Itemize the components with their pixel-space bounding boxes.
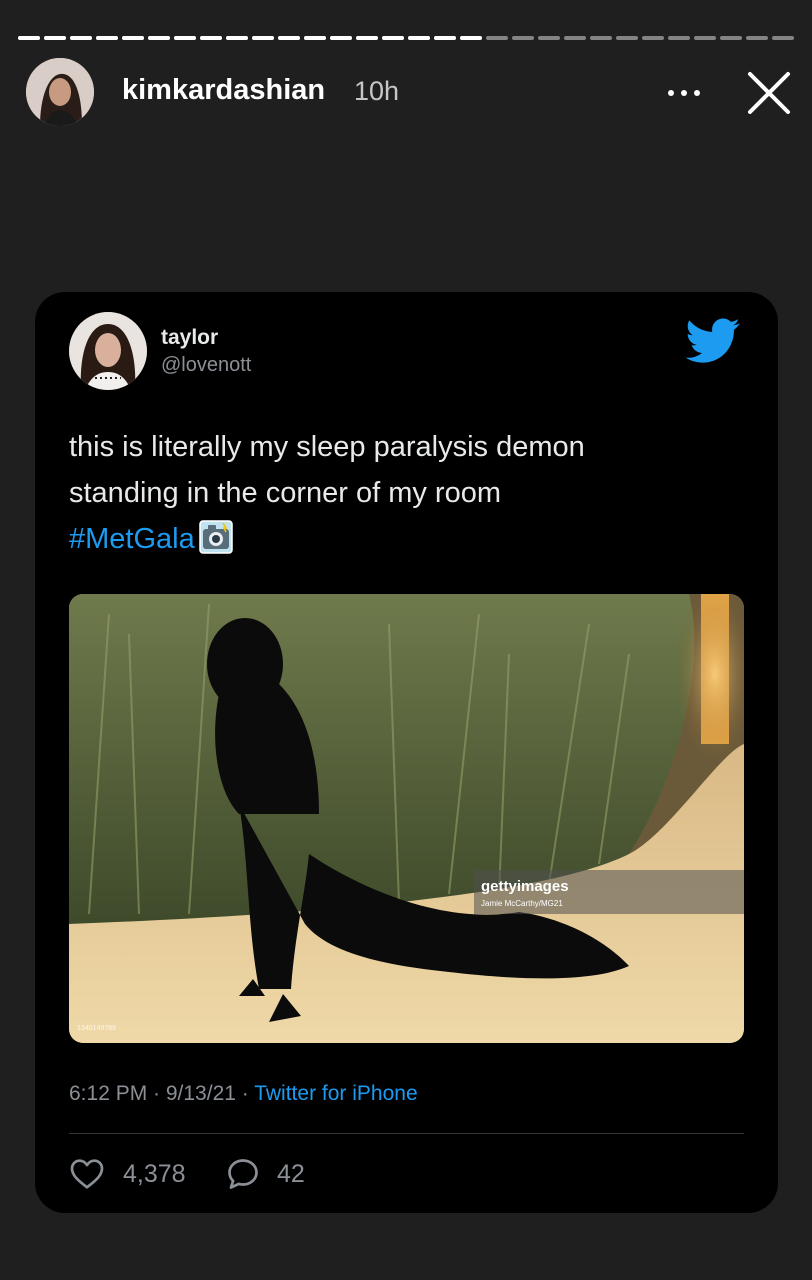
profile-avatar[interactable]	[26, 58, 94, 126]
tweet-author-avatar[interactable]	[69, 312, 147, 390]
twitter-bird-icon	[685, 318, 741, 364]
story-progress-segment	[122, 36, 144, 40]
story-progress-segment	[694, 36, 716, 40]
tweet-divider	[69, 1133, 744, 1134]
story-progress-segment	[772, 36, 794, 40]
story-username[interactable]: kimkardashian	[122, 74, 325, 107]
story-progress-segment	[642, 36, 664, 40]
tweet-meta: 6:12 PM · 9/13/21 · Twitter for iPhone	[69, 1082, 418, 1106]
story-progress-segment	[590, 36, 612, 40]
story-progress-segment	[356, 36, 378, 40]
camera-flash-emoji-icon	[198, 520, 233, 554]
story-progress-segment	[486, 36, 508, 40]
story-progress-segment	[616, 36, 638, 40]
story-progress-segment	[746, 36, 768, 40]
tweet-photo[interactable]: gettyimages Jamie McCarthy/MG21 13401497…	[69, 594, 744, 1043]
story-progress-segment	[226, 36, 248, 40]
close-icon[interactable]	[746, 70, 792, 116]
story-progress-segment	[434, 36, 456, 40]
story-progress-segment	[512, 36, 534, 40]
tweet-actions: 4,378 42	[69, 1154, 469, 1194]
story-progress-segment	[720, 36, 742, 40]
story-progress-segment	[408, 36, 430, 40]
instagram-story: kimkardashian 10h taylor @lovenott this …	[0, 0, 812, 1280]
hashtag-link[interactable]: #MetGala	[69, 523, 195, 555]
story-progress-segment	[200, 36, 222, 40]
story-progress-segment	[70, 36, 92, 40]
story-progress-segment	[44, 36, 66, 40]
photo-id-watermark: 1340149789	[77, 1025, 116, 1032]
watermark-credit: Jamie McCarthy/MG21	[481, 899, 563, 908]
story-progress-segment	[148, 36, 170, 40]
story-progress-segment	[96, 36, 118, 40]
story-progress-segment	[382, 36, 404, 40]
tweet-display-name[interactable]: taylor	[161, 326, 218, 350]
reply-count: 42	[277, 1160, 305, 1188]
story-progress-segment	[304, 36, 326, 40]
story-progress-segment	[668, 36, 690, 40]
story-header: kimkardashian 10h	[26, 58, 790, 128]
met-gala-photo: gettyimages Jamie McCarthy/MG21 13401497…	[69, 594, 744, 1043]
story-progress-segment	[278, 36, 300, 40]
like-count: 4,378	[123, 1160, 186, 1188]
watermark-brand: gettyimages	[481, 878, 569, 895]
heart-icon[interactable]	[69, 1156, 105, 1190]
story-progress-segment	[538, 36, 560, 40]
tweet-text-line: standing in the corner of my room	[69, 477, 501, 509]
story-progress-bar	[18, 36, 794, 40]
story-time: 10h	[354, 76, 400, 106]
story-progress-segment	[330, 36, 352, 40]
tweet-card[interactable]: taylor @lovenott this is literally my sl…	[35, 292, 778, 1213]
story-progress-segment	[460, 36, 482, 40]
story-progress-segment	[18, 36, 40, 40]
tweet-text: this is literally my sleep paralysis dem…	[69, 424, 729, 562]
more-options-icon[interactable]	[666, 78, 702, 106]
story-progress-segment	[564, 36, 586, 40]
tweet-text-line: this is literally my sleep paralysis dem…	[69, 431, 585, 463]
story-progress-segment	[174, 36, 196, 40]
tweet-handle[interactable]: @lovenott	[161, 354, 251, 377]
reply-icon[interactable]	[225, 1156, 261, 1192]
tweet-source-link[interactable]: Twitter for iPhone	[254, 1082, 417, 1105]
tweet-timestamp: 6:12 PM · 9/13/21 ·	[69, 1082, 255, 1105]
story-progress-segment	[252, 36, 274, 40]
